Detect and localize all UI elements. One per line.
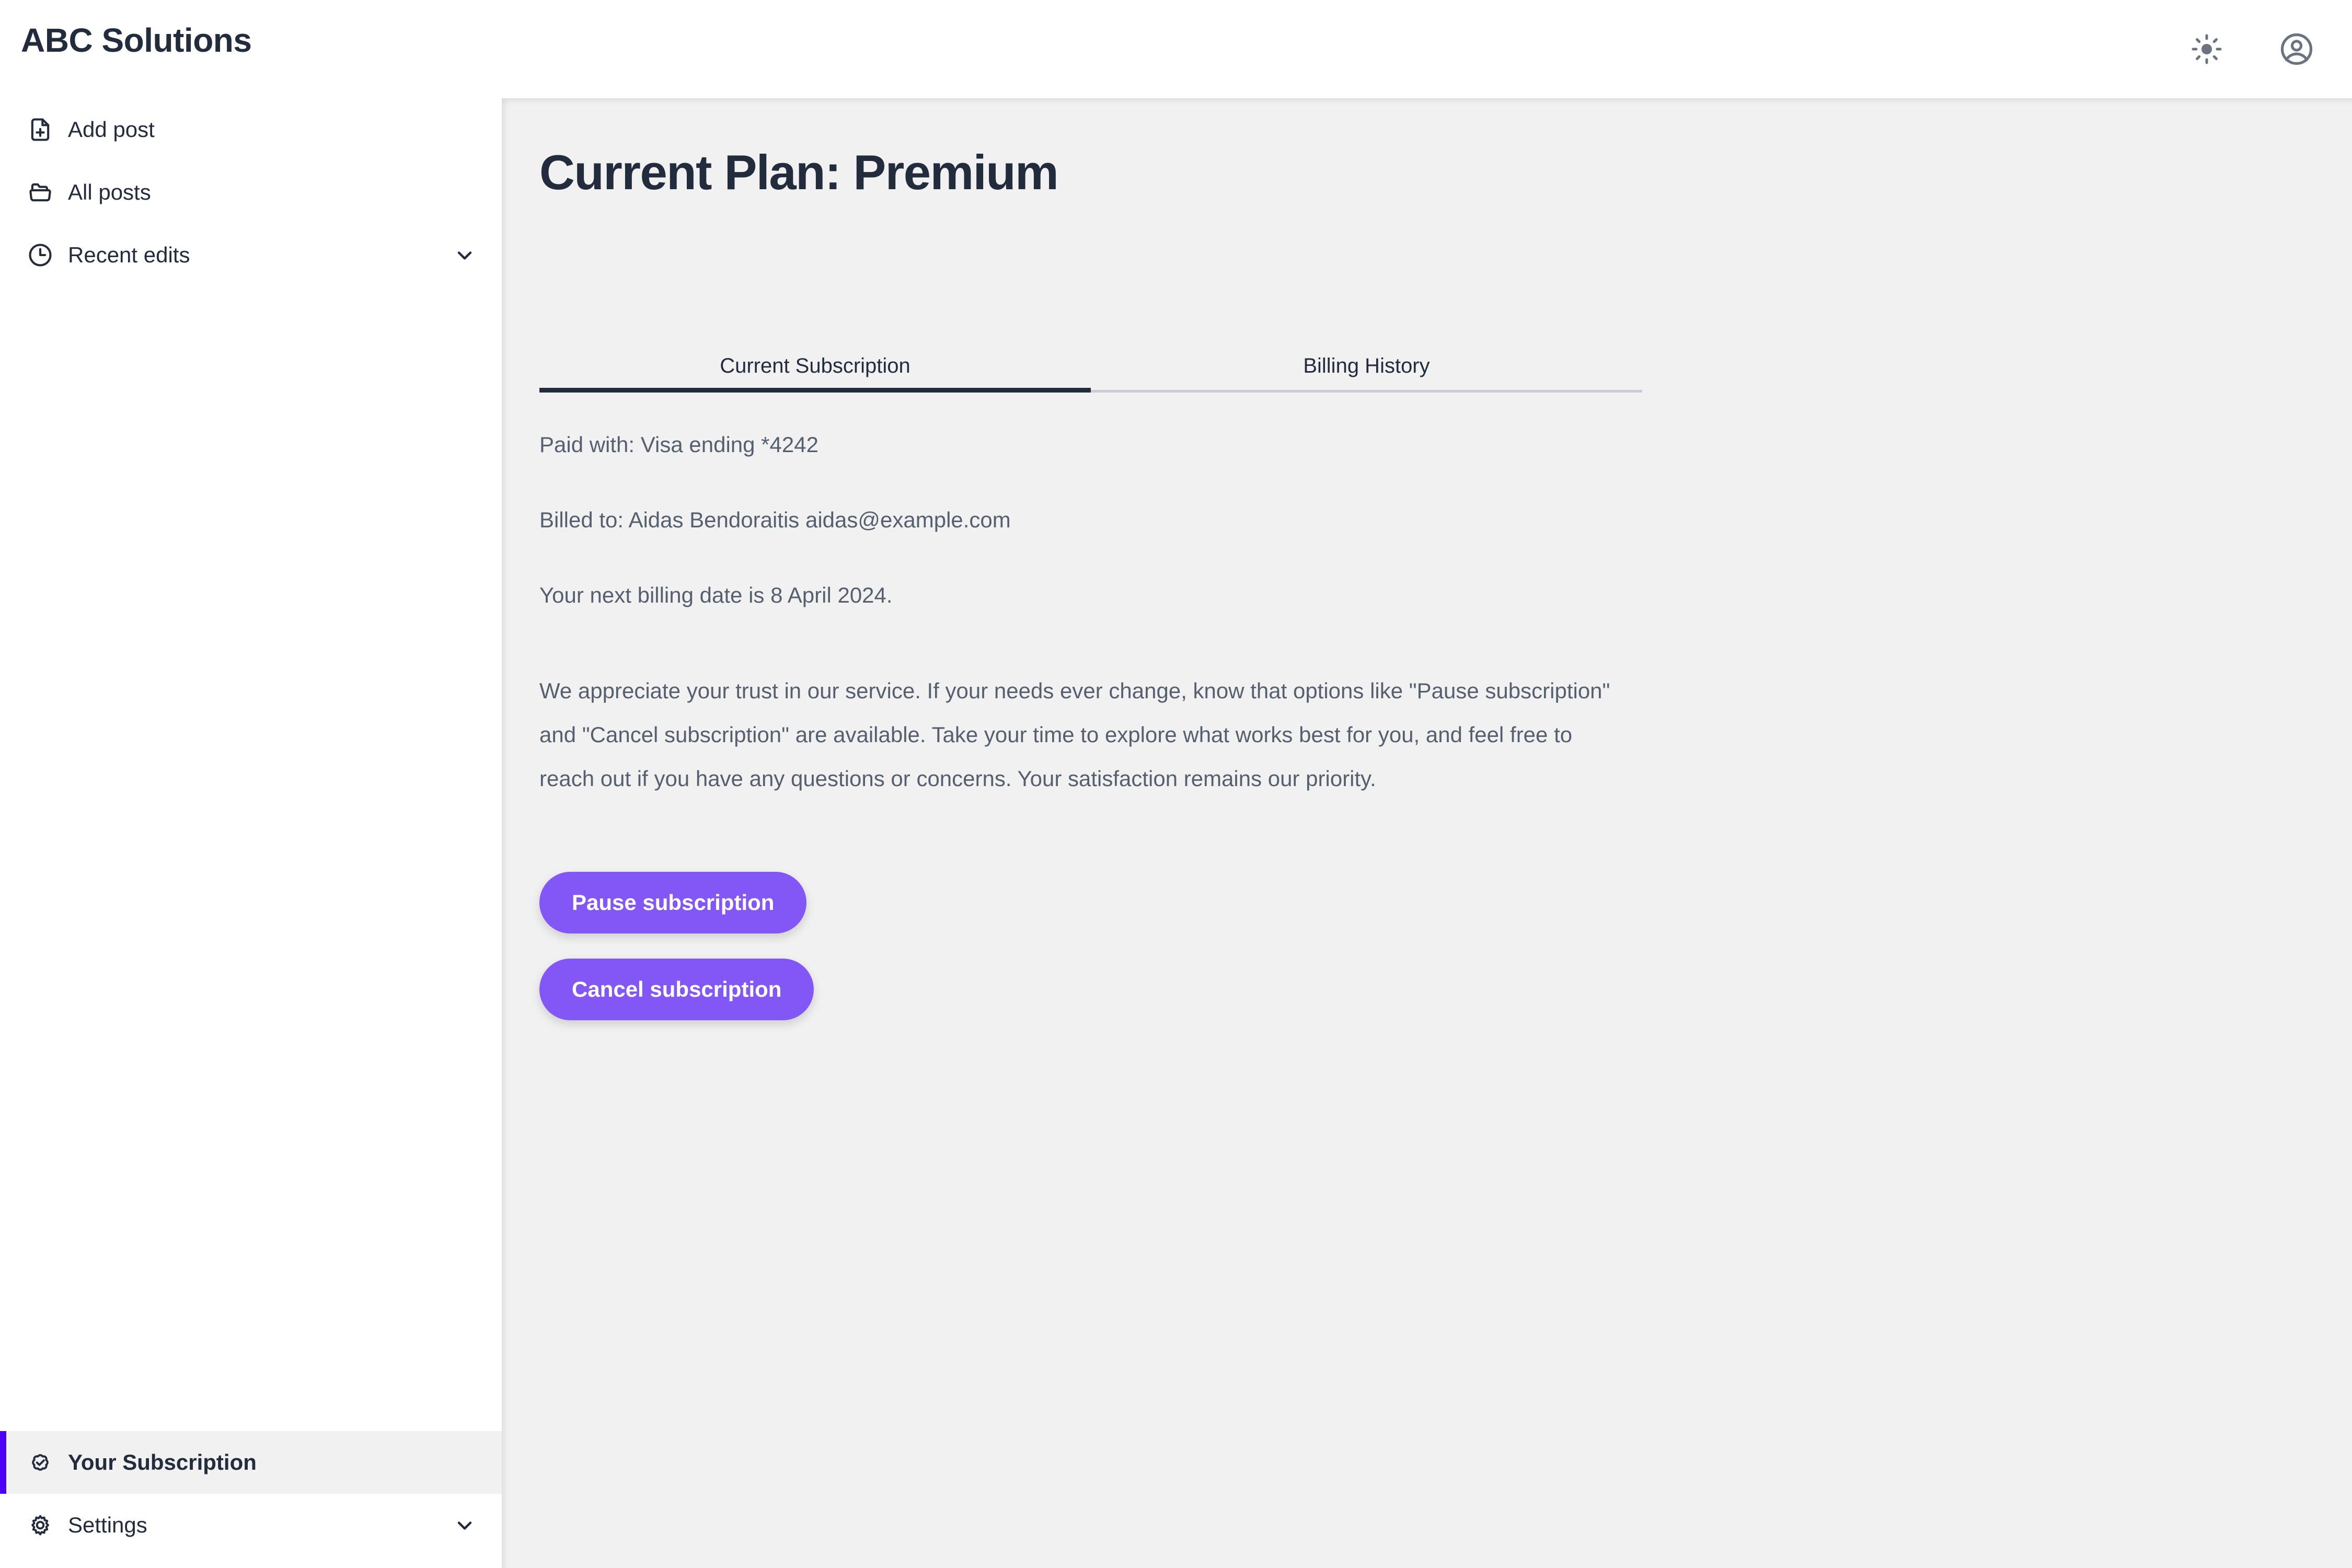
- paid-with-text: Paid with: Visa ending *4242: [539, 432, 818, 457]
- top-bar: ABC Solutions: [0, 0, 2352, 98]
- sidebar-secondary-nav: Your Subscription Settings: [0, 1431, 502, 1568]
- theme-toggle-button[interactable]: [2183, 25, 2231, 73]
- app-root: ABC Solutions Add post All posts Recent …: [0, 0, 2352, 1568]
- page-title: Current Plan: Premium: [539, 145, 1059, 200]
- sidebar-item-label: Settings: [68, 1513, 147, 1537]
- sidebar-item-add-post[interactable]: Add post: [0, 98, 502, 161]
- folder-icon: [24, 176, 56, 209]
- brand-title: ABC Solutions: [21, 21, 252, 59]
- sidebar-item-label: All posts: [68, 180, 151, 204]
- gear-icon: [24, 1509, 56, 1541]
- clock-icon: [24, 239, 56, 271]
- sidebar-item-label: Add post: [68, 117, 155, 142]
- sun-icon: [2191, 33, 2222, 65]
- sidebar-item-label: Recent edits: [68, 243, 190, 267]
- sidebar-primary-nav: Add post All posts Recent edits: [0, 98, 502, 286]
- sidebar: Add post All posts Recent edits Your Sub…: [0, 0, 502, 1568]
- next-billing-text: Your next billing date is 8 April 2024.: [539, 583, 893, 607]
- file-plus-icon: [24, 113, 56, 146]
- tab-bar: Current Subscription Billing History: [539, 354, 1642, 393]
- sidebar-item-recent-edits[interactable]: Recent edits: [0, 224, 502, 286]
- subscription-notice-text: We appreciate your trust in our service.…: [539, 678, 1610, 791]
- sidebar-item-your-subscription[interactable]: Your Subscription: [0, 1431, 502, 1494]
- account-button[interactable]: [2273, 25, 2321, 73]
- chevron-down-icon[interactable]: [452, 242, 478, 268]
- tab-billing-history[interactable]: Billing History: [1091, 354, 1642, 393]
- billed-to-text: Billed to: Aidas Bendoraitis aidas@examp…: [539, 508, 1011, 532]
- subscription-actions: Pause subscription Cancel subscription: [539, 872, 814, 1020]
- user-circle-icon: [2279, 32, 2314, 66]
- sidebar-item-label: Your Subscription: [68, 1450, 257, 1474]
- sidebar-item-all-posts[interactable]: All posts: [0, 161, 502, 224]
- cancel-subscription-button[interactable]: Cancel subscription: [539, 959, 814, 1020]
- main-content: Current Plan: Premium Current Subscripti…: [502, 98, 2352, 1568]
- chevron-down-icon[interactable]: [452, 1512, 478, 1538]
- tab-current-subscription[interactable]: Current Subscription: [539, 354, 1091, 393]
- badge-check-icon: [24, 1446, 56, 1479]
- topbar-actions: [2183, 0, 2321, 98]
- sidebar-item-settings[interactable]: Settings: [0, 1494, 502, 1557]
- pause-subscription-button[interactable]: Pause subscription: [539, 872, 807, 933]
